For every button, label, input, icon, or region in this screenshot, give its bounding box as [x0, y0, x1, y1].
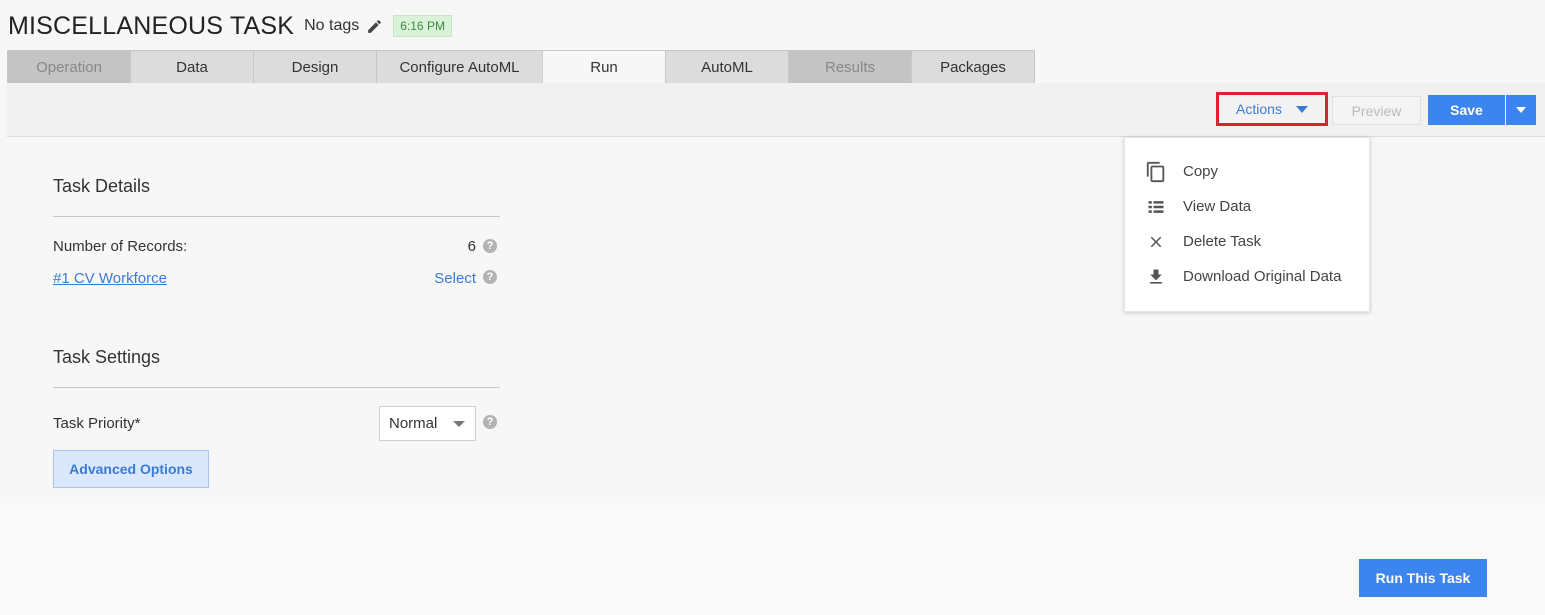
- actions-button-label: Actions: [1236, 101, 1282, 117]
- chevron-down-icon: [1516, 107, 1526, 113]
- menu-item-download-original-data[interactable]: Download Original Data: [1125, 259, 1369, 294]
- menu-item-view-data[interactable]: View Data: [1125, 189, 1369, 224]
- page-header: MISCELLANEOUS TASK No tags 6:16 PM: [8, 10, 452, 42]
- help-icon[interactable]: ?: [483, 270, 497, 284]
- time-badge: 6:16 PM: [393, 15, 452, 37]
- advanced-options-button[interactable]: Advanced Options: [53, 450, 209, 488]
- pencil-icon[interactable]: [365, 17, 383, 35]
- tab-data[interactable]: Data: [130, 50, 254, 83]
- task-settings-heading: Task Settings: [53, 347, 161, 367]
- save-button[interactable]: Save: [1428, 95, 1505, 125]
- divider: [53, 216, 500, 217]
- dataset-link[interactable]: #1 CV Workforce: [53, 270, 167, 287]
- records-label: Number of Records:: [53, 238, 188, 255]
- tab-packages[interactable]: Packages: [911, 50, 1035, 83]
- priority-select-value: Normal: [389, 415, 438, 432]
- menu-item-label: Download Original Data: [1183, 268, 1342, 285]
- footer-background: [0, 497, 1545, 615]
- tab-operation[interactable]: Operation: [7, 50, 131, 83]
- save-options-button[interactable]: [1506, 95, 1536, 125]
- menu-item-label: View Data: [1183, 198, 1252, 215]
- list-icon: [1145, 196, 1167, 218]
- menu-item-copy[interactable]: Copy: [1125, 154, 1369, 189]
- select-dataset-link[interactable]: Select: [420, 270, 476, 287]
- tab-automl[interactable]: AutoML: [665, 50, 789, 83]
- tab-run[interactable]: Run: [542, 50, 666, 84]
- chevron-down-icon: [1295, 105, 1308, 113]
- help-icon[interactable]: ?: [483, 415, 497, 429]
- chevron-down-icon: [453, 421, 465, 427]
- page-title: MISCELLANEOUS TASK: [8, 11, 295, 40]
- download-icon: [1145, 266, 1167, 288]
- close-icon: [1145, 231, 1167, 253]
- preview-button[interactable]: Preview: [1332, 96, 1421, 125]
- task-details-heading: Task Details: [53, 176, 151, 196]
- priority-label: Task Priority*: [53, 415, 141, 432]
- priority-select[interactable]: Normal: [379, 406, 476, 441]
- menu-item-delete-task[interactable]: Delete Task: [1125, 224, 1369, 259]
- tags-label: No tags: [304, 17, 360, 34]
- actions-menu: Copy View Data Delete Task Download Orig…: [1124, 137, 1370, 312]
- help-icon[interactable]: ?: [483, 239, 497, 253]
- toolbar: Actions Preview Save: [7, 83, 1545, 137]
- actions-button[interactable]: Actions: [1216, 92, 1328, 126]
- copy-icon: [1145, 161, 1167, 183]
- divider: [53, 387, 500, 388]
- menu-item-label: Delete Task: [1183, 233, 1262, 250]
- tab-design[interactable]: Design: [253, 50, 377, 83]
- run-task-button[interactable]: Run This Task: [1359, 559, 1487, 597]
- tab-bar: Operation Data Design Configure AutoML R…: [7, 50, 1035, 84]
- tab-configure-automl[interactable]: Configure AutoML: [376, 50, 543, 83]
- menu-item-label: Copy: [1183, 163, 1219, 180]
- records-value: 6: [467, 238, 476, 255]
- tab-results[interactable]: Results: [788, 50, 912, 83]
